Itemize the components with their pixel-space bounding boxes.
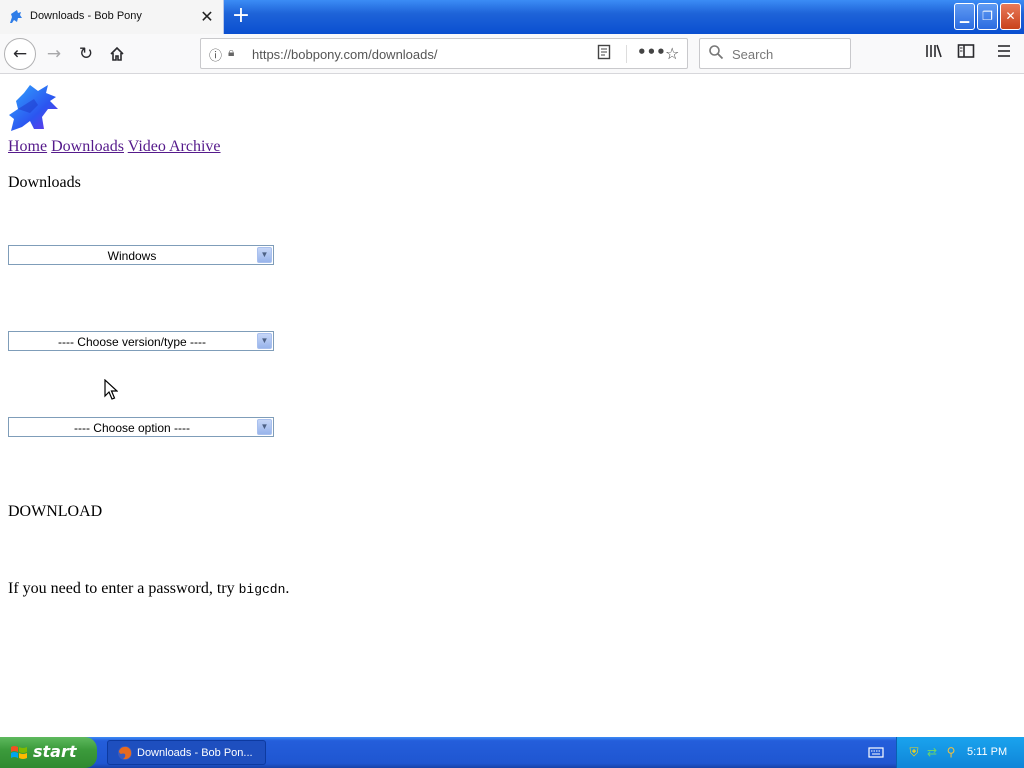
close-window-button[interactable]: ✕ [1000,3,1021,30]
option-select-value: ---- Choose option ---- [73,421,191,435]
password-hint: If you need to enter a password, try big… [8,580,289,598]
star-icon[interactable]: ☆ [665,44,679,63]
mouse-cursor-icon [104,379,118,400]
security-shield-icon[interactable]: ⛨ [907,745,921,759]
network-icon[interactable]: ⇄ [925,745,939,759]
forward-button[interactable]: → [38,38,70,70]
page-title: Downloads [8,174,81,191]
taskbar-item-firefox[interactable]: Downloads - Bob Pon... [107,740,266,765]
password-code: bigcdn [238,582,286,597]
option-select[interactable]: ---- Choose option ---- ▼ [8,417,274,437]
home-button[interactable] [101,38,133,70]
nav-link-home[interactable]: Home [8,138,47,155]
url-bar-divider [626,45,627,63]
reader-view-icon[interactable] [597,44,611,60]
info-icon[interactable]: ⓘ [209,45,222,64]
warning-lock-icon[interactable]: 🔒︎ [228,45,234,60]
screen: Downloads - Bob Pony ✕ + ▁ ❐ ✕ ← → ↻ ⓘ 🔒… [0,0,1024,768]
back-arrow-icon: ← [12,44,28,64]
page-actions-icon[interactable]: ••• [637,43,666,61]
site-navigation: Home Downloads Video Archive [8,138,221,156]
url-bar[interactable]: ⓘ 🔒︎ https://bobpony.com/downloads/ ••• … [200,38,688,69]
clock[interactable]: 5:11 PM [967,746,1007,758]
version-select[interactable]: ---- Choose version/type ---- ▼ [8,331,274,351]
library-icon[interactable] [925,43,943,59]
bob-pony-favicon-icon [10,10,22,23]
nav-link-downloads[interactable]: Downloads [51,138,124,155]
hamburger-menu-icon[interactable] [996,43,1012,59]
password-hint-text: If you need to enter a password, try [8,580,239,597]
version-select-value: ---- Choose version/type ---- [57,335,207,349]
password-hint-suffix: . [285,580,290,597]
os-select-value: Windows [107,249,157,263]
firefox-icon [118,746,132,760]
url-text[interactable]: https://bobpony.com/downloads/ [252,47,438,62]
forward-arrow-icon: → [46,44,62,64]
close-tab-icon[interactable]: ✕ [198,8,216,26]
back-button[interactable]: ← [4,38,36,70]
taskbar: start Downloads - Bob Pon... ⛨ ⇄ ⚲ 5:11 … [0,737,1024,768]
keyboard-icon[interactable] [868,745,884,759]
chevron-down-icon[interactable]: ▼ [257,333,272,349]
maximize-button[interactable]: ❐ [977,3,998,30]
windows-logo-icon [11,746,27,759]
taskbar-item-label: Downloads - Bob Pon... [137,747,253,759]
os-select[interactable]: Windows ▼ [8,245,274,265]
navigation-toolbar: ← → ↻ ⓘ 🔒︎ https://bobpony.com/downloads… [0,34,1024,74]
search-bar[interactable]: Search [699,38,851,69]
chevron-down-icon[interactable]: ▼ [257,419,272,435]
minimize-button[interactable]: ▁ [954,3,975,30]
reload-icon: ↻ [78,44,94,64]
system-tray: ⛨ ⇄ ⚲ 5:11 PM [896,737,1024,768]
home-icon [110,46,124,61]
page-content: Home Downloads Video Archive Downloads W… [0,75,1024,737]
search-input[interactable]: Search [732,47,773,62]
start-label: start [33,742,77,761]
new-tab-button[interactable]: + [230,5,252,27]
search-icon [709,45,724,60]
browser-tab-active[interactable]: Downloads - Bob Pony ✕ [0,0,224,34]
bob-pony-logo[interactable] [8,83,60,133]
search-tray-icon[interactable]: ⚲ [944,745,958,759]
start-button[interactable]: start [0,737,97,768]
browser-titlebar: Downloads - Bob Pony ✕ + ▁ ❐ ✕ [0,0,1024,34]
reload-button[interactable]: ↻ [70,38,102,70]
chevron-down-icon[interactable]: ▼ [257,247,272,263]
download-button[interactable]: DOWNLOAD [8,503,102,521]
tab-title: Downloads - Bob Pony [30,10,142,22]
sidebar-icon[interactable] [957,43,975,59]
nav-link-video-archive[interactable]: Video Archive [128,138,221,155]
